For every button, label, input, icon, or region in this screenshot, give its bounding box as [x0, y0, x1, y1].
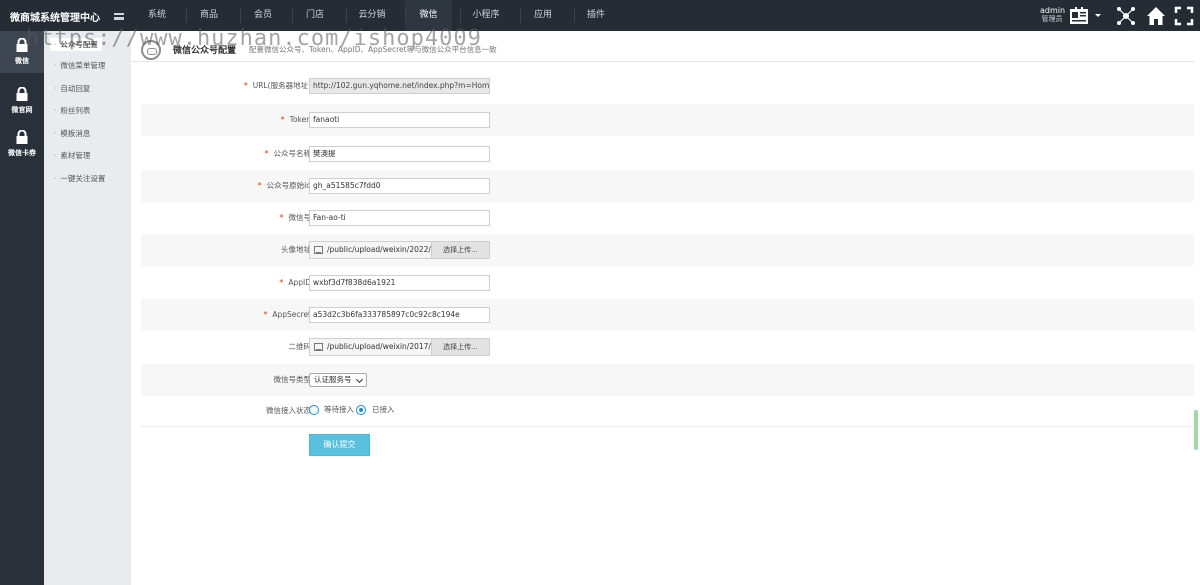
user-info[interactable]: admin 管理员 — [1040, 6, 1066, 24]
network-icon[interactable] — [1116, 6, 1136, 26]
leftnav-label: 微信 — [15, 57, 29, 65]
form-row-qrcode: 二维码 /public/upload/weixin/2017/ 选择上传... — [141, 331, 1194, 363]
submit-button[interactable]: 确认提交 — [309, 434, 370, 456]
radio-pending[interactable] — [309, 405, 319, 415]
form-row-appsecret: * AppSecret a53d2c3b6fa333785897c0c92c8c1… — [141, 299, 1194, 331]
form-row-appid: * AppID wxbf3d7f838d6a1921 — [141, 267, 1194, 299]
form-row-name: * 公众号名称 樊澳提 — [141, 138, 1194, 170]
origin-id-field[interactable]: gh_a51585c7fdd0 — [309, 178, 490, 194]
form-row-wechat-id: * 微信号 Fan-ao-ti — [141, 202, 1194, 234]
appsecret-field[interactable]: a53d2c3b6fa333785897c0c92c8c194e — [309, 307, 490, 323]
token-field[interactable]: fanaoti — [309, 112, 490, 128]
account-type-label: 微信号类型 — [273, 375, 312, 384]
watermark: https://www.huzhan.com/ishop4009 — [26, 26, 482, 51]
app-title: 微商城系统管理中心 — [10, 13, 100, 24]
lock-icon — [16, 130, 28, 144]
url-label: * URL(服务器地址) — [243, 81, 311, 90]
sub-nav: 公众号配置 微信菜单管理 自动回复 粉丝列表 模板消息 素材管理 一键关注设置 — [44, 31, 131, 585]
account-name-label: * 公众号名称 — [264, 149, 311, 158]
form-row-token: * Token fanaoti — [141, 104, 1194, 136]
subnav-template-msg[interactable]: 模板消息 — [54, 128, 90, 139]
avatar-label: 头像地址 — [281, 245, 311, 254]
subnav-follow-settings[interactable]: 一键关注设置 — [54, 173, 105, 184]
avatar-upload-button[interactable]: 选择上传... — [431, 242, 489, 258]
divider — [141, 426, 1194, 427]
form-row-url: * URL(服务器地址) http://102.gun.yqhome.net/in… — [141, 70, 1194, 102]
qrcode-upload: /public/upload/weixin/2017/ 选择上传... — [309, 338, 490, 356]
qrcode-upload-button[interactable]: 选择上传... — [431, 339, 489, 355]
qrcode-label: 二维码 — [288, 342, 312, 351]
appid-label: * AppID — [279, 278, 311, 287]
radio-connected[interactable] — [356, 405, 366, 415]
user-role: 管理员 — [1041, 15, 1063, 23]
expand-icon[interactable] — [1174, 6, 1194, 26]
avatar-upload: /public/upload/weixin/2022/ 选择上传... — [309, 241, 490, 259]
leftnav-label: 微信卡券 — [8, 149, 36, 157]
account-name-field[interactable]: 樊澳提 — [309, 146, 490, 162]
form-row-type: 微信号类型 认证服务号 — [141, 364, 1194, 396]
subnav-fans-list[interactable]: 粉丝列表 — [54, 105, 90, 116]
appid-field[interactable]: wxbf3d7f838d6a1921 — [309, 275, 490, 291]
access-status-label: 微信接入状态 — [266, 406, 311, 415]
avatar-path[interactable]: /public/upload/weixin/2022/ — [327, 245, 431, 254]
subnav-auto-reply[interactable]: 自动回复 — [54, 83, 90, 94]
form-row-access: 微信接入状态 等待接入 已接入 — [141, 395, 1194, 427]
form-row-avatar: 头像地址 /public/upload/weixin/2022/ 选择上传... — [141, 234, 1194, 266]
image-icon — [314, 246, 323, 254]
id-card-icon[interactable] — [1069, 6, 1089, 26]
topnav-plugins[interactable]: 插件 — [574, 0, 618, 31]
radio-connected-label[interactable]: 已接入 — [372, 405, 395, 415]
token-label: * Token — [280, 115, 311, 124]
home-icon[interactable] — [1146, 6, 1166, 26]
qrcode-path[interactable]: /public/upload/weixin/2017/ — [327, 342, 431, 351]
form-row-origin-id: * 公众号原始id gh_a51585c7fdd0 — [141, 170, 1194, 202]
wechat-id-field[interactable]: Fan-ao-ti — [309, 210, 490, 226]
url-field[interactable]: http://102.gun.yqhome.net/index.php?m=Ho… — [309, 78, 490, 94]
main-content: 微信公众号配置 配置微信公众号、Token、AppID、AppSecret等与微… — [131, 31, 1200, 585]
lock-icon — [16, 87, 28, 101]
topnav-apps[interactable]: 应用 — [520, 0, 566, 31]
appsecret-label: * AppSecret — [263, 310, 311, 319]
chevron-down-icon[interactable] — [1094, 6, 1102, 26]
leftnav-microsite[interactable]: 微官网 — [0, 80, 44, 122]
scrollbar[interactable] — [1194, 410, 1198, 450]
left-nav: 微信 微官网 微信卡券 — [0, 31, 44, 585]
subnav-materials[interactable]: 素材管理 — [54, 150, 90, 161]
menu-toggle-icon[interactable] — [114, 13, 124, 20]
radio-pending-label[interactable]: 等待接入 — [324, 405, 354, 415]
account-type-select[interactable]: 认证服务号 — [309, 373, 367, 387]
image-icon — [314, 343, 323, 351]
subnav-menu-manage[interactable]: 微信菜单管理 — [54, 60, 105, 71]
origin-id-label: * 公众号原始id — [257, 181, 311, 190]
leftnav-cards[interactable]: 微信卡券 — [0, 123, 44, 165]
wechat-id-label: * 微信号 — [279, 213, 311, 222]
leftnav-label: 微官网 — [11, 106, 33, 114]
user-name: admin — [1040, 6, 1066, 15]
